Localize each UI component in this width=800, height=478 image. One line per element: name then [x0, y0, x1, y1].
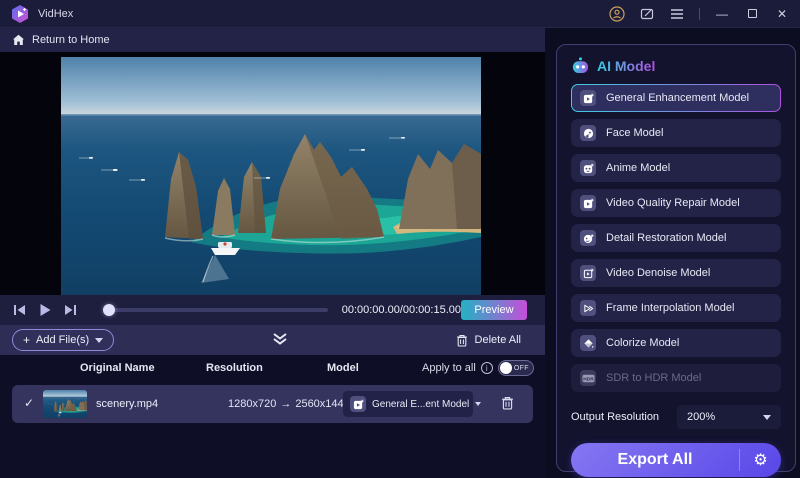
table-row[interactable]: ✓ scenery.mp4 1280x720 → 2560x1440 Gener… [12, 385, 533, 423]
time-display: 00:00:00.00/00:00:15.00 [341, 304, 461, 316]
chevron-down-icon [763, 414, 771, 420]
video-thumbnail [43, 390, 87, 418]
preview-button[interactable]: Preview [460, 300, 527, 320]
model-item-general-enhancement[interactable]: General Enhancement Model [571, 84, 781, 112]
detail-restoration-icon [580, 230, 596, 246]
chevron-down-icon [95, 337, 104, 343]
delete-all-button[interactable]: Delete All [456, 334, 521, 347]
model-item-colorize[interactable]: Colorize Model [571, 329, 781, 357]
titlebar: VidHex — ✕ [0, 0, 800, 28]
column-original-name: Original Name [80, 362, 155, 374]
colorize-icon [580, 335, 596, 351]
arrow-right-icon: → [280, 398, 292, 410]
video-enhance-icon [350, 396, 366, 412]
model-item-face[interactable]: Face Model [571, 119, 781, 147]
file-name: scenery.mp4 [96, 398, 159, 410]
file-table-header: Original Name Resolution Model Apply to … [0, 355, 545, 382]
collapse-panel-button[interactable] [272, 332, 288, 346]
add-files-label: Add File(s) [36, 334, 90, 346]
app-logo-icon [10, 4, 30, 24]
main-area: Return to Home 00:00:00.00/00:00:15.00 P… [0, 28, 545, 478]
model-item-frame-interpolation[interactable]: Frame Interpolation Model [571, 294, 781, 322]
model-item-anime[interactable]: Anime Model [571, 154, 781, 182]
return-home-label: Return to Home [32, 34, 110, 46]
export-all-label: Export All [617, 451, 693, 468]
anime-face-icon [580, 160, 596, 176]
next-frame-button[interactable] [62, 302, 78, 318]
apply-to-all-toggle[interactable]: OFF [497, 360, 534, 376]
app-window: VidHex — ✕ Return to Home 00:00:00.00/00… [0, 0, 800, 478]
maximize-button[interactable] [744, 6, 760, 22]
ai-model-panel: AI Model General Enhancement Model Face … [556, 44, 796, 477]
return-home-button[interactable]: Return to Home [0, 28, 545, 52]
row-checkmark-icon[interactable]: ✓ [24, 396, 34, 410]
playback-slider-knob[interactable] [103, 304, 115, 316]
titlebar-divider [699, 7, 700, 20]
hamburger-menu-icon[interactable] [669, 6, 685, 22]
home-icon [13, 34, 24, 45]
plus-icon: + [23, 333, 31, 347]
output-resolution-dropdown[interactable]: 200% [677, 405, 781, 429]
info-icon[interactable]: i [480, 362, 493, 374]
toggle-state-label: OFF [513, 364, 529, 372]
svg-text:HDR: HDR [583, 376, 594, 382]
minimize-button[interactable]: — [714, 6, 730, 22]
feedback-icon[interactable] [639, 6, 655, 22]
output-resolution-label: Output Resolution [571, 411, 660, 423]
row-model-dropdown[interactable]: General E...ent Model [343, 391, 482, 417]
panel-title: AI Model [597, 57, 656, 74]
model-item-video-denoise[interactable]: Video Denoise Model [571, 259, 781, 287]
row-model-value: General E...ent Model [372, 398, 470, 410]
player-bar: 00:00:00.00/00:00:15.00 Preview [0, 295, 545, 325]
close-button[interactable]: ✕ [774, 6, 790, 22]
model-item-video-quality-repair[interactable]: Video Quality Repair Model [571, 189, 781, 217]
trash-icon [456, 334, 467, 347]
face-icon [580, 125, 596, 141]
user-avatar-icon[interactable] [609, 5, 625, 22]
app-title: VidHex [38, 7, 74, 20]
video-repair-icon [580, 195, 596, 211]
right-column: AI Model General Enhancement Model Face … [545, 28, 800, 478]
video-denoise-icon [580, 265, 596, 281]
video-preview-area [0, 52, 545, 295]
chevron-down-icon [475, 402, 482, 406]
apply-to-all-label: Apply to all [422, 362, 476, 374]
previous-frame-button[interactable] [12, 302, 28, 318]
video-frame[interactable] [61, 57, 481, 295]
output-resolution-value: 200% [687, 411, 716, 423]
add-files-button[interactable]: + Add File(s) [12, 329, 115, 351]
robot-icon [572, 57, 589, 74]
model-item-sdr-to-hdr[interactable]: HDR SDR to HDR Model [571, 364, 781, 392]
export-all-button[interactable]: Export All ⚙ [571, 443, 781, 477]
playback-slider[interactable] [103, 304, 328, 316]
video-enhance-icon [580, 90, 596, 106]
play-button[interactable] [37, 302, 53, 318]
file-toolbar: + Add File(s) Delete All [0, 325, 545, 355]
file-resolution: 1280x720 → 2560x1440 [228, 398, 350, 410]
column-resolution: Resolution [206, 362, 263, 374]
model-item-detail-restoration[interactable]: Detail Restoration Model [571, 224, 781, 252]
column-model: Model [327, 362, 359, 374]
delete-all-label: Delete All [474, 334, 521, 346]
toggle-knob [499, 362, 512, 374]
frame-interpolation-icon [580, 300, 596, 316]
row-delete-button[interactable] [501, 396, 514, 410]
hdr-badge-icon: HDR [580, 370, 596, 386]
export-settings-gear-icon[interactable]: ⚙ [739, 449, 781, 471]
